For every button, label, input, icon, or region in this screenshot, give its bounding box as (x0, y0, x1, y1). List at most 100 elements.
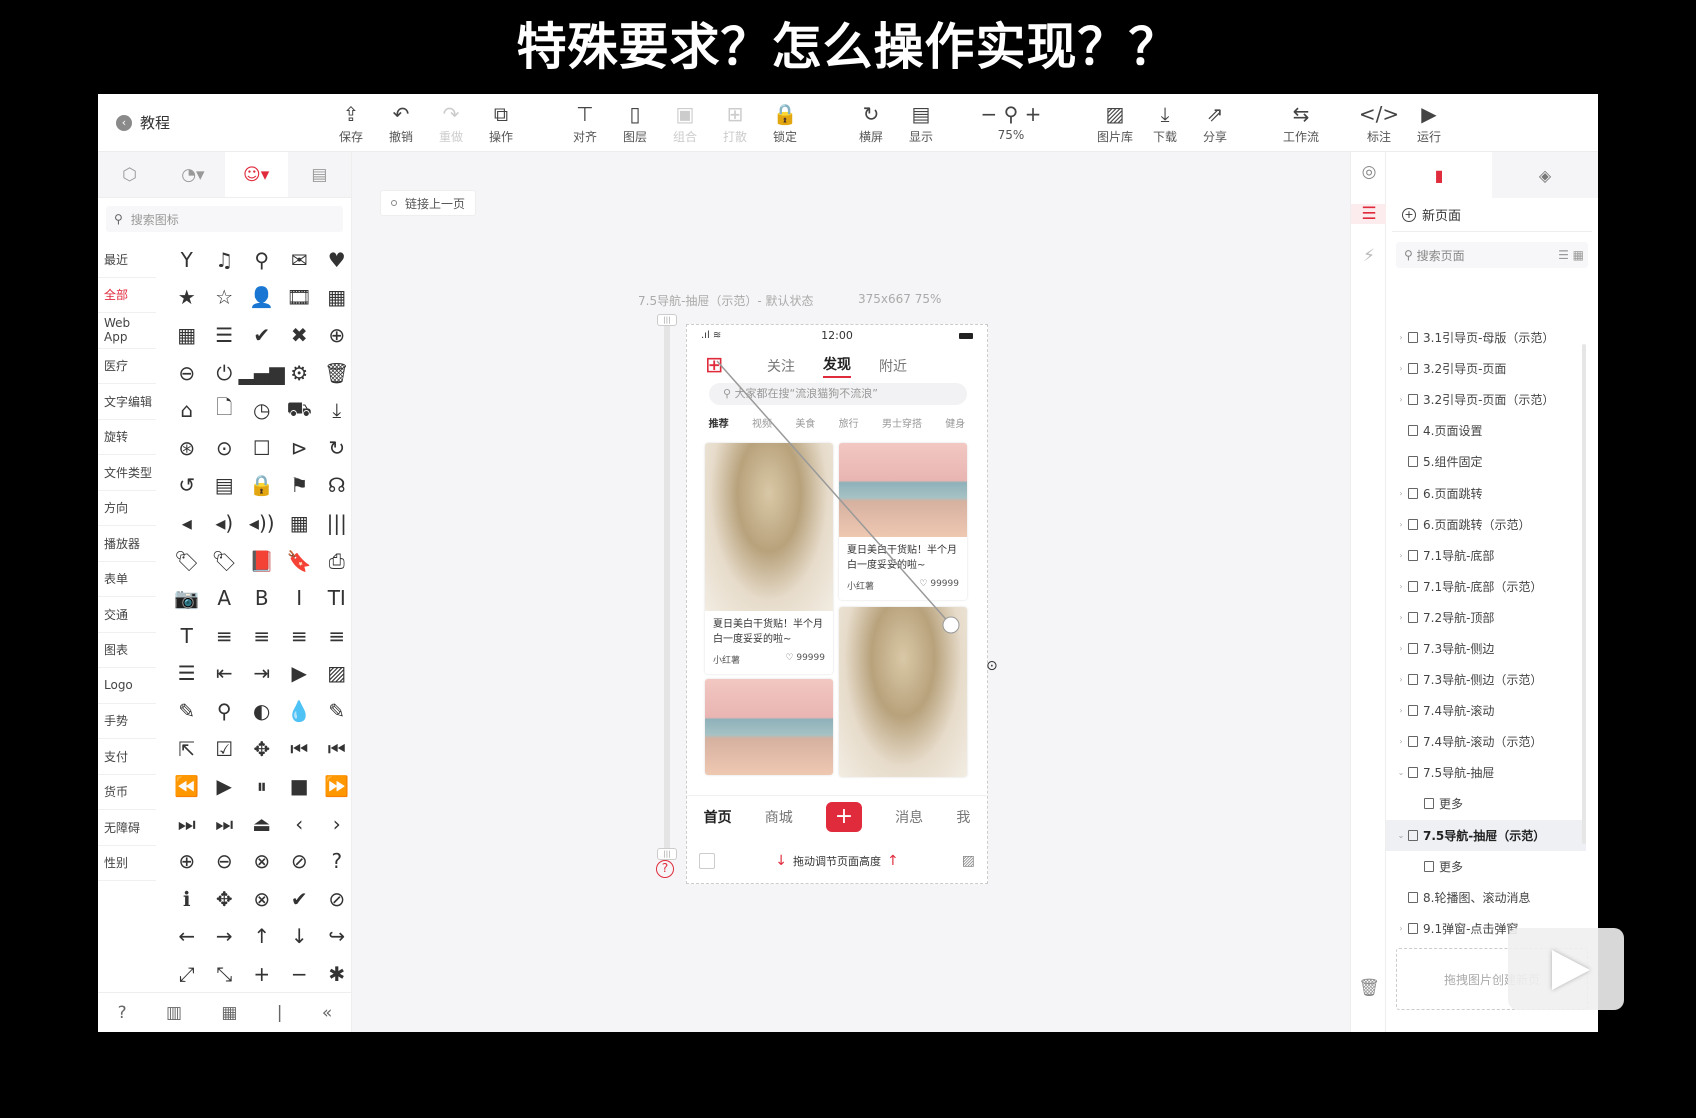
toolbar-button-11[interactable]: − ⚲ + 75% (966, 100, 1056, 142)
library-icon[interactable]: ♫ (206, 241, 244, 279)
library-icon[interactable]: ⏭ (168, 805, 206, 843)
library-icon[interactable]: ☑ (206, 730, 244, 768)
library-icon[interactable]: ⊖ (206, 843, 244, 881)
page-tree-item[interactable]: 更多 (1386, 788, 1586, 819)
toolbar-button-2[interactable]: ↷ 重做 (424, 100, 478, 145)
library-icon[interactable]: ▦ (168, 316, 206, 354)
library-icon[interactable]: ☊ (318, 467, 356, 505)
page-tree-item[interactable]: ⌄ 7.5导航-抽屉 (1386, 757, 1586, 788)
library-icon[interactable]: ⊘ (281, 843, 319, 881)
icon-category[interactable]: 文件类型 (98, 455, 156, 491)
bottom-nav-item[interactable]: 首页 (704, 807, 732, 827)
page-tree-item[interactable]: › 6.页面跳转 (1386, 477, 1586, 508)
library-icon[interactable]: ≡ (281, 617, 319, 655)
library-icon[interactable]: ☆ (206, 279, 244, 317)
page-tree-item[interactable]: 4.页面设置 (1386, 415, 1586, 446)
fixed-checkbox[interactable] (699, 853, 715, 869)
library-icon[interactable]: ✱ (318, 955, 356, 993)
library-icon[interactable]: ⊳ (281, 429, 319, 467)
image-icon[interactable]: ▨ (962, 853, 975, 869)
page-tree-item[interactable]: › 3.1引导页-母版（示范） (1386, 322, 1586, 353)
page-tree-item[interactable]: › 7.1导航-底部 (1386, 540, 1586, 571)
icon-category[interactable]: 货币 (98, 775, 156, 810)
phone-artboard[interactable]: .ıl ≋ 12:00 ⊞ 关注 发现 附近 ⚲ 大家都在搜“流浪猫狗不流浪” 推荐… (686, 324, 988, 884)
video-play-button[interactable] (1508, 928, 1624, 1010)
caret-icon[interactable]: › (1396, 551, 1406, 560)
footer-icon[interactable]: ▦ (221, 1003, 237, 1023)
library-icon[interactable]: ↺ (168, 467, 206, 505)
library-icon[interactable]: ⤓ (318, 391, 356, 429)
library-icon[interactable]: ↪ (318, 918, 356, 956)
footer-icon[interactable]: ▥ (166, 1003, 182, 1023)
publish-button[interactable]: + (825, 801, 862, 832)
page-doc-icon[interactable]: ▮ (1386, 152, 1492, 198)
icon-category[interactable]: 交通 (98, 597, 156, 633)
toolbar-button-12[interactable]: ▨ 图片库 (1088, 100, 1142, 145)
library-icon[interactable]: 🏷 (206, 542, 244, 580)
library-icon[interactable]: TI (318, 579, 356, 617)
library-icon[interactable]: ← (168, 918, 206, 956)
toolbar-button-4[interactable]: ⊤ 对齐 (558, 100, 612, 145)
library-icon[interactable]: ⛟ (281, 391, 319, 429)
library-icon[interactable]: 📷 (168, 579, 206, 617)
library-icon[interactable]: 📕 (243, 542, 281, 580)
icon-category[interactable]: Web App (98, 313, 156, 349)
library-icon[interactable]: T (168, 617, 206, 655)
help-icon[interactable]: ? (656, 860, 674, 878)
library-icon[interactable]: 🏷 (168, 542, 206, 580)
library-icon[interactable]: ⏏ (243, 805, 281, 843)
toolbar-button-6[interactable]: ▣ 组合 (658, 100, 712, 145)
bottom-nav-item[interactable]: 商城 (765, 807, 793, 827)
toolbar-button-13[interactable]: ⤓ 下载 (1138, 100, 1192, 145)
library-icon[interactable]: 🔒 (243, 467, 281, 505)
caret-icon[interactable]: › (1396, 675, 1406, 684)
icon-category[interactable]: 图表 (98, 633, 156, 668)
caret-icon[interactable]: › (1396, 613, 1406, 622)
icon-category[interactable]: 手势 (98, 704, 156, 739)
library-icon[interactable]: ☰ (206, 316, 244, 354)
library-icon[interactable]: 🎞 (281, 279, 319, 317)
caret-icon[interactable]: › (1396, 924, 1406, 933)
library-icon[interactable]: ✔ (281, 880, 319, 918)
toolbar-button-5[interactable]: ▯ 图层 (608, 100, 662, 145)
library-icon[interactable]: + (243, 955, 281, 993)
library-icon[interactable]: ⏭ (206, 805, 244, 843)
caret-icon[interactable]: › (1396, 333, 1406, 342)
page-tree-item[interactable]: › 7.2导航-顶部 (1386, 602, 1586, 633)
library-icon[interactable]: ◂ (168, 504, 206, 542)
caret-icon[interactable]: › (1396, 520, 1406, 529)
library-icon[interactable]: ⤢ (168, 955, 206, 993)
library-icon[interactable]: − (281, 955, 319, 993)
icon-category[interactable]: 表单 (98, 562, 156, 597)
library-icon[interactable]: ℹ (168, 880, 206, 918)
library-icon[interactable]: ⚲ (206, 692, 244, 730)
layout-icon[interactable]: ▤ (288, 152, 351, 197)
library-icon[interactable]: B (243, 579, 281, 617)
library-icon[interactable]: ◐ (243, 692, 281, 730)
library-icon[interactable]: ⏮ (318, 730, 356, 768)
smiley-icon[interactable]: ☺▾ (224, 152, 288, 197)
library-icon[interactable]: ⚑ (281, 467, 319, 505)
library-icon[interactable]: ✥ (206, 880, 244, 918)
library-icon[interactable]: ? (318, 843, 356, 881)
icon-category[interactable]: 播放器 (98, 526, 156, 562)
toolbar-button-14[interactable]: ⇗ 分享 (1188, 100, 1242, 145)
library-icon[interactable]: ⇤ (206, 655, 244, 693)
library-icon[interactable]: ⊖ (168, 354, 206, 392)
icon-category[interactable]: 支付 (98, 739, 156, 775)
library-icon[interactable]: ⊕ (168, 843, 206, 881)
library-icon[interactable]: ⊙ (206, 429, 244, 467)
page-tree-item[interactable]: 8.轮播图、滚动消息 (1386, 882, 1586, 913)
library-icon[interactable]: ✖ (281, 316, 319, 354)
library-icon[interactable]: ↻ (318, 429, 356, 467)
library-icon[interactable]: ⊗ (243, 843, 281, 881)
toolbar-button-16[interactable]: </> 标注 (1352, 100, 1406, 145)
page-tree-item[interactable]: › 6.页面跳转（示范） (1386, 509, 1586, 540)
page-tree-item[interactable]: › 3.2引导页-页面（示范） (1386, 384, 1586, 415)
design-canvas[interactable]: 链接上一页 7.5导航-抽屉（示范）- 默认状态 375x667 75% |||… (352, 152, 1276, 1032)
library-icon[interactable]: ⚙ (281, 354, 319, 392)
page-tree-item[interactable]: 更多 (1386, 851, 1586, 882)
toolbar-button-9[interactable]: ↻ 横屏 (844, 100, 898, 145)
trash-icon[interactable]: 🗑 (1351, 978, 1387, 998)
library-icon[interactable]: ↑ (243, 918, 281, 956)
